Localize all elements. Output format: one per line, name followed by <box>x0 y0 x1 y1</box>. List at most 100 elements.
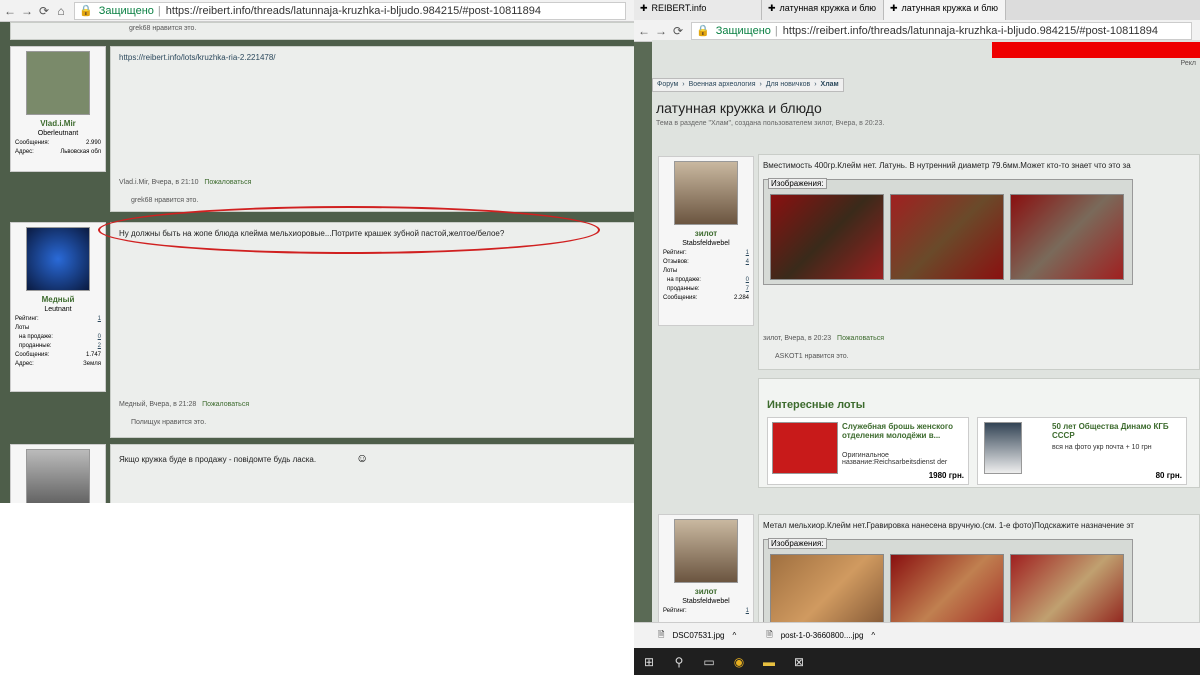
stat-value[interactable]: 1 <box>746 250 749 256</box>
lot-price: 1980 грн. <box>928 471 964 480</box>
username[interactable]: зилот <box>663 229 749 238</box>
attachment-thumbnail[interactable] <box>1010 194 1124 280</box>
lots-panel: Интересные лоты Служебная брошь женского… <box>758 378 1200 488</box>
report-link[interactable]: Пожаловаться <box>837 335 884 342</box>
back-icon[interactable]: ← <box>3 4 17 18</box>
post-body: Якщо кружка буде в продажу - повідомте б… <box>110 444 634 503</box>
stat-label: Лоты <box>15 325 30 331</box>
breadcrumb-item[interactable]: Хлам <box>821 81 839 89</box>
post-body: Ну должны быть на жопе блюда клейма мель… <box>110 222 634 438</box>
forward-icon[interactable]: → <box>654 24 668 38</box>
stat-value[interactable]: 2 <box>98 343 101 349</box>
username[interactable]: зилот <box>663 587 749 596</box>
tab[interactable]: ✚ REIBERT.info <box>634 0 762 20</box>
stat-label: Рейтинг: <box>663 250 687 256</box>
smiley-icon: ☺ <box>356 451 369 465</box>
tab-favicon-icon: ✚ <box>640 3 648 13</box>
stat-label: Сообщения: <box>15 352 50 358</box>
ad-banner[interactable] <box>992 42 1200 58</box>
task-view-icon[interactable]: ▭ <box>694 655 724 669</box>
forward-icon[interactable]: → <box>20 4 34 18</box>
chevron-up-icon[interactable]: ^ <box>871 631 875 640</box>
stat-value[interactable]: 4 <box>746 259 749 265</box>
user-card: Медный Leutnant Рейтинг: 1 Лоты на продаж… <box>10 222 106 392</box>
breadcrumb-item[interactable]: Форум <box>657 81 678 89</box>
like-line: grek68 нравится это. <box>131 197 199 204</box>
breadcrumb-item[interactable]: Для новичков <box>766 81 810 89</box>
right-address-bar[interactable]: ← → ⟳ 🔒 Защищено | https://reibert.info/… <box>634 20 1200 42</box>
avatar[interactable] <box>26 449 90 503</box>
downloads-bar: 🗎 DSC07531.jpg ^ 🗎 post-1-0-3660800....jpg ^ <box>634 622 1200 648</box>
attachment-thumbnail[interactable] <box>890 194 1004 280</box>
reload-icon[interactable]: ⟳ <box>671 24 685 38</box>
post-text: Метал мельхиор.Клейм нет.Гравировка нане… <box>763 521 1134 530</box>
file-icon: 🗎 <box>766 629 773 639</box>
post-meta: зилот, Вчера, в 20:23 <box>763 335 832 342</box>
search-icon[interactable]: ⚲ <box>664 655 694 669</box>
breadcrumb-item[interactable]: Военная археология <box>689 81 756 89</box>
like-line: ASKOT1 нравится это. <box>775 353 849 360</box>
stat-label: Адрес: <box>15 149 34 155</box>
download-item[interactable]: 🗎 DSC07531.jpg ^ <box>658 629 736 643</box>
lot-title[interactable]: 50 лет Общества Динамо КГБ СССР <box>1052 422 1184 440</box>
post-fragment: grek68 нравится это. <box>10 22 634 40</box>
stat-label: Отзывов: <box>663 259 689 265</box>
username[interactable]: Vlad.i.Mir <box>15 119 101 128</box>
stat-label: проданные: <box>667 286 700 292</box>
user-card: зилот Stabsfeldwebel Рейтинг: 1 <box>658 514 754 624</box>
stat-label: Сообщения: <box>663 295 698 301</box>
attachments-label: Изображения: <box>768 178 827 189</box>
secure-label: Защищено <box>715 24 771 37</box>
left-address-bar[interactable]: ← → ⟳ ⌂ 🔒 Защищено | https://reibert.inf… <box>0 0 634 22</box>
lot-image[interactable] <box>984 422 1022 474</box>
download-filename[interactable]: DSC07531.jpg <box>672 631 724 640</box>
lot-card[interactable]: 50 лет Общества Динамо КГБ СССР вся на ф… <box>977 417 1187 485</box>
tab-label: REIBERT.info <box>651 3 707 13</box>
post-body: https://reibert.info/lots/kruzhka-ria-2.… <box>110 46 634 212</box>
url-text[interactable]: https://reibert.info/threads/latunnaja-k… <box>166 5 541 17</box>
chrome-icon[interactable]: ◉ <box>724 655 754 669</box>
windows-taskbar: ⊞ ⚲ ▭ ◉ ▬ ⊠ <box>634 648 1200 675</box>
post-meta: Vlad.i.Mir, Вчера, в 21:10 <box>119 179 199 186</box>
avatar[interactable] <box>26 51 90 115</box>
chevron-up-icon[interactable]: ^ <box>732 631 736 640</box>
stat-value[interactable]: 0 <box>98 334 101 340</box>
report-link[interactable]: Пожаловаться <box>204 179 251 186</box>
stat-value: 2.990 <box>85 140 101 146</box>
like-line: Полищук нравится это. <box>131 419 207 426</box>
tab-active[interactable]: ✚ латунная кружка и блю <box>884 0 1006 20</box>
post-link[interactable]: https://reibert.info/lots/kruzhka-ria-2.… <box>119 53 276 62</box>
stat-value[interactable]: 7 <box>746 286 749 292</box>
username[interactable]: Медный <box>15 295 101 304</box>
home-icon[interactable]: ⌂ <box>54 4 68 18</box>
file-explorer-icon[interactable]: ▬ <box>754 655 784 669</box>
ad-label: Рекл <box>1180 60 1196 67</box>
stat-value[interactable]: 1 <box>746 608 749 614</box>
reload-icon[interactable]: ⟳ <box>37 4 51 18</box>
start-icon[interactable]: ⊞ <box>634 655 664 669</box>
stat-value: 2.284 <box>733 295 749 301</box>
file-icon: 🗎 <box>658 629 665 639</box>
stat-label: проданные: <box>19 343 52 349</box>
avatar[interactable] <box>26 227 90 291</box>
breadcrumb: Форум › Военная археология › Для новичков ›… <box>652 78 844 92</box>
download-item[interactable]: 🗎 post-1-0-3660800....jpg ^ <box>766 629 875 643</box>
back-icon[interactable]: ← <box>637 24 651 38</box>
tab[interactable]: ✚ латунная кружка и блю <box>762 0 884 20</box>
like-line: grek68 нравится это. <box>129 25 197 32</box>
store-icon[interactable]: ⊠ <box>784 655 814 669</box>
report-link[interactable]: Пожаловаться <box>202 401 249 408</box>
stat-value[interactable]: 0 <box>746 277 749 283</box>
stat-label: на продажe: <box>19 334 53 340</box>
tab-label: латунная кружка и блю <box>901 3 999 13</box>
avatar[interactable] <box>674 519 738 583</box>
attachment-thumbnail[interactable] <box>770 194 884 280</box>
lot-image[interactable] <box>772 422 838 474</box>
stat-value[interactable]: 1 <box>98 316 101 322</box>
url-text[interactable]: https://reibert.info/threads/latunnaja-k… <box>783 25 1158 37</box>
avatar[interactable] <box>674 161 738 225</box>
lot-title[interactable]: Служебная брошь женского отделения молод… <box>842 422 966 440</box>
tab-favicon-icon: ✚ <box>890 3 898 13</box>
lot-card[interactable]: Служебная брошь женского отделения молод… <box>767 417 969 485</box>
download-filename[interactable]: post-1-0-3660800....jpg <box>781 631 864 640</box>
